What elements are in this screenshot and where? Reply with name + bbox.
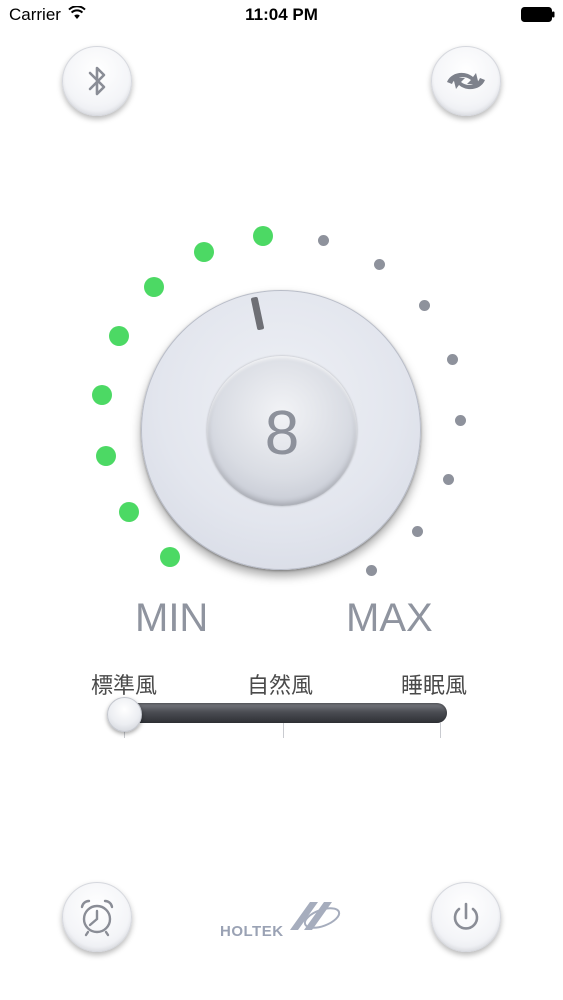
speed-value: 8 <box>264 398 300 468</box>
mode-slider-thumb[interactable] <box>107 697 142 732</box>
bluetooth-icon <box>88 66 106 96</box>
swing-rotate-icon <box>447 72 485 90</box>
knob-center: 8 <box>207 356 357 506</box>
status-time: 11:04 PM <box>245 5 318 24</box>
slider-tick <box>440 723 441 738</box>
bluetooth-button[interactable] <box>62 46 132 116</box>
timer-button[interactable] <box>62 882 132 952</box>
speed-dot-inactive <box>412 526 424 538</box>
battery-icon <box>521 7 555 22</box>
power-icon <box>453 902 479 930</box>
speed-dot-active <box>144 276 165 297</box>
speed-dot-inactive <box>446 354 458 366</box>
speed-dot-inactive <box>418 300 430 312</box>
fan-remote-screen: Carrier 11:04 PM 8 MIN MAX 標準風 自然風 睡眠風 H… <box>0 0 563 1000</box>
speed-dot-active <box>95 445 116 466</box>
swing-button[interactable] <box>431 46 501 116</box>
speed-dot-inactive <box>455 414 467 426</box>
max-label: MAX <box>346 596 433 640</box>
holtek-logo: HOLTEK <box>220 902 341 940</box>
logo-text: HOLTEK <box>220 923 284 940</box>
status-bar: Carrier 11:04 PM <box>0 0 563 30</box>
speed-dot-active <box>253 225 274 246</box>
min-label: MIN <box>135 596 209 640</box>
mode-label-natural: 自然風 <box>247 674 314 699</box>
speed-dot-active <box>92 384 113 405</box>
mode-label-sleep: 睡眠風 <box>401 674 468 699</box>
speed-dot-inactive <box>374 258 386 270</box>
mode-label-standard: 標準風 <box>91 674 158 699</box>
mode-slider-track[interactable] <box>119 703 447 723</box>
speed-dot-inactive <box>318 234 330 246</box>
speed-dot-active <box>194 242 215 263</box>
speed-dot-inactive <box>443 474 455 486</box>
power-button[interactable] <box>431 882 501 952</box>
speed-dot-active <box>109 326 130 347</box>
speed-dot-inactive <box>365 565 377 577</box>
slider-tick <box>283 723 284 738</box>
speed-dot-active <box>160 546 181 567</box>
alarm-clock-icon <box>80 899 114 937</box>
speed-dot-active <box>119 501 140 522</box>
